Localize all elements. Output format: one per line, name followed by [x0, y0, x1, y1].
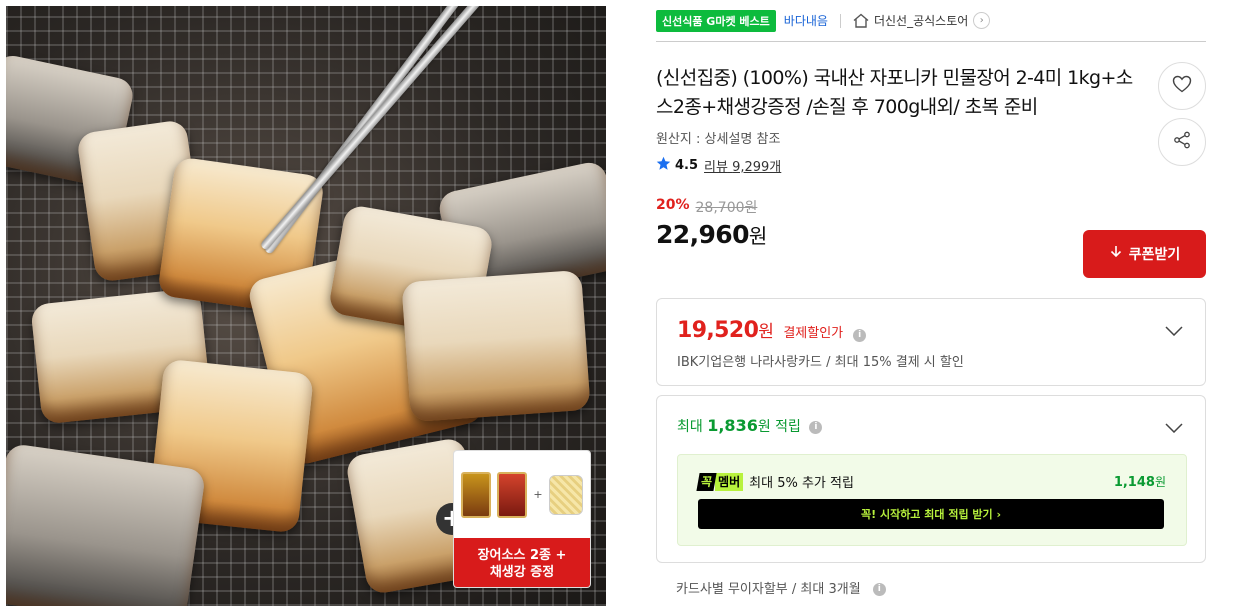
product-info-panel: 신선식품 G마켓 베스트 바다내음 더신선_공식스토어 › (신선집중) (10… — [656, 0, 1206, 597]
club-logo: 꼭 멤버 — [696, 472, 744, 491]
info-icon[interactable]: i — [853, 329, 867, 342]
promo-label: 장어소스 2종 + 채생강 증정 — [454, 538, 590, 587]
best-badge[interactable]: 신선식품 G마켓 베스트 — [656, 9, 776, 32]
wishlist-button[interactable] — [1158, 62, 1206, 110]
max-points: 최대 1,836원 적립 i — [677, 416, 823, 436]
installment-text: 카드사별 무이자할부 / 최대 3개월 — [676, 582, 861, 597]
product-image[interactable]: + + 장어소스 2종 + 채생강 증정 — [6, 6, 606, 606]
club-join-button[interactable]: 꼭! 시작하고 최대 적립 받기 › — [698, 499, 1164, 529]
points-suffix: 원 적립 — [757, 419, 801, 435]
discount-row: 20% 28,700원 — [656, 197, 1206, 217]
sale-price-value: 22,960 — [656, 220, 749, 249]
promo-gift-card: + 장어소스 2종 + 채생강 증정 — [453, 450, 591, 588]
club-member-box: 꼭 멤버 최대 5% 추가 적립 1,148원 꼭! 시작하고 최대 적립 받기… — [677, 454, 1187, 546]
origin-text: 원산지 : 상세설명 참조 — [656, 132, 781, 147]
sauce-jar-icon — [497, 471, 528, 518]
points-amount: 1,836 — [707, 416, 758, 435]
payment-price: 19,520원 — [677, 317, 774, 343]
chevron-right-icon: › — [973, 12, 991, 29]
divider — [839, 13, 841, 28]
original-price: 28,700원 — [695, 200, 758, 216]
info-icon[interactable]: i — [809, 420, 823, 434]
store-link[interactable]: 더신선_공식스토어 › — [853, 12, 991, 29]
coupon-button[interactable]: 쿠폰받기 — [1083, 230, 1206, 278]
ginger-pack-icon — [548, 474, 583, 515]
plus-small: + — [533, 488, 543, 501]
breadcrumb: 신선식품 G마켓 베스트 바다내음 더신선_공식스토어 › — [656, 0, 1206, 42]
payment-currency: 원 — [758, 322, 774, 342]
rating-row: 4.5 리뷰 9,299개 — [656, 156, 1206, 175]
store-name: 더신선_공식스토어 — [873, 14, 969, 28]
review-link[interactable]: 리뷰 9,299개 — [704, 156, 781, 175]
heart-icon — [1172, 75, 1192, 97]
eel-piece — [6, 442, 207, 606]
points-box: 최대 1,836원 적립 i 꼭 멤버 최대 5% 추가 적립 1,148원 꼭… — [656, 395, 1206, 563]
payment-discount-box[interactable]: 19,520원 결제할인가 i IBK기업은행 나라사랑카드 / 최대 15% … — [656, 298, 1206, 386]
payment-label: 결제할인가 — [783, 326, 844, 341]
share-icon — [1173, 131, 1191, 153]
sauce-jar-icon — [461, 471, 492, 518]
club-logo-m: 멤버 — [715, 472, 744, 491]
review-count: 9,299개 — [732, 160, 782, 175]
star-icon — [656, 156, 671, 175]
discount-percent: 20% — [656, 197, 690, 213]
chevron-down-icon[interactable] — [1165, 321, 1183, 340]
club-currency: 원 — [1154, 475, 1166, 489]
club-amount: 1,148원 — [1114, 473, 1166, 490]
payment-description: IBK기업은행 나라사랑카드 / 최대 15% 결제 시 할인 — [677, 355, 964, 370]
category-link[interactable]: 바다내음 — [784, 12, 828, 29]
home-icon — [853, 13, 869, 28]
club-member-row: 꼭 멤버 최대 5% 추가 적립 — [696, 472, 854, 491]
share-button[interactable] — [1158, 118, 1206, 166]
info-icon[interactable]: i — [872, 583, 886, 596]
chevron-down-icon[interactable] — [1165, 418, 1183, 437]
gift-items: + — [454, 451, 590, 538]
coupon-label: 쿠폰받기 — [1128, 247, 1181, 263]
currency: 원 — [748, 224, 767, 248]
payment-price-row: 19,520원 결제할인가 i — [677, 317, 867, 343]
download-icon — [1109, 245, 1123, 263]
points-prefix: 최대 — [677, 419, 703, 435]
eel-piece — [401, 269, 591, 423]
installment-info: 카드사별 무이자할부 / 최대 3개월 i — [676, 578, 886, 597]
payment-price-value: 19,520 — [677, 318, 759, 343]
club-text: 최대 5% 추가 적립 — [749, 476, 854, 491]
club-amount-value: 1,148 — [1113, 475, 1155, 490]
rating-score: 4.5 — [675, 158, 699, 173]
review-label: 리뷰 — [704, 160, 728, 175]
club-logo-k: 꼭 — [696, 472, 717, 491]
product-title: (신선집중) (100%) 국내산 자포니카 민물장어 2-4미 1kg+소스2… — [656, 67, 1133, 118]
